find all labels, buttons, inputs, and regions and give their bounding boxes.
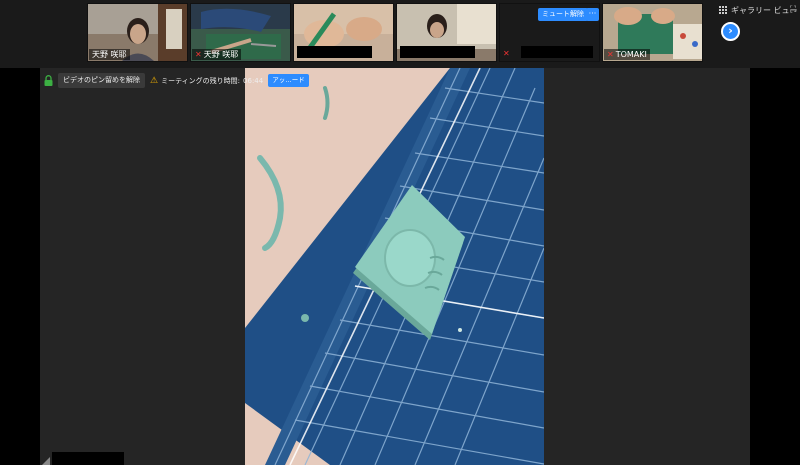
participant-tile[interactable] (293, 3, 394, 62)
participant-name (297, 46, 372, 58)
muted-mic-icon: ✕ (503, 49, 510, 58)
meeting-time-remaining: ⚠ ミーティングの残り時間: 06:44 (150, 75, 264, 86)
participant-name: 天野 咲耶 (89, 49, 130, 60)
resize-handle[interactable] (42, 452, 124, 465)
lock-icon (44, 75, 53, 86)
grid-icon (719, 6, 727, 14)
participant-tile[interactable]: ✕ 天野 咲耶 (190, 3, 291, 62)
participant-tile-hovered[interactable]: ミュート解除 ··· ✕ (499, 3, 600, 62)
participant-tile[interactable]: 天野 咲耶 (87, 3, 188, 62)
muted-mic-icon: ✕ (195, 50, 202, 59)
pinned-video (245, 68, 544, 465)
participant-tile[interactable]: ✕ TOMAKI (602, 3, 703, 62)
participant-strip: 天野 咲耶 ✕ 天野 咲耶 ミュート解除 ··· ✕ ✕ TOMAKI › ギャ… (0, 0, 800, 68)
unmute-button[interactable]: ミュート解除 (538, 8, 588, 21)
upgrade-button[interactable]: アッ…ード (268, 74, 309, 87)
participant-name (521, 46, 593, 58)
meeting-status-bar: ビデオのピン留めを解除 ⚠ ミーティングの残り時間: 06:44 アッ…ード (44, 72, 309, 89)
warning-icon: ⚠ (150, 75, 159, 86)
participant-name (400, 46, 475, 58)
fullscreen-icon[interactable]: ⛶ (790, 6, 799, 15)
participant-name: ✕ TOMAKI (604, 49, 650, 60)
participant-tile[interactable] (396, 3, 497, 62)
chevron-right-icon[interactable]: › (721, 22, 740, 41)
muted-mic-icon: ✕ (607, 50, 614, 59)
more-options-button[interactable]: ··· (586, 8, 599, 21)
participant-name: ✕ 天野 咲耶 (192, 49, 242, 60)
gallery-view-button[interactable]: ギャラリー ビュー (719, 4, 798, 18)
unpin-video-button[interactable]: ビデオのピン留めを解除 (58, 73, 145, 88)
